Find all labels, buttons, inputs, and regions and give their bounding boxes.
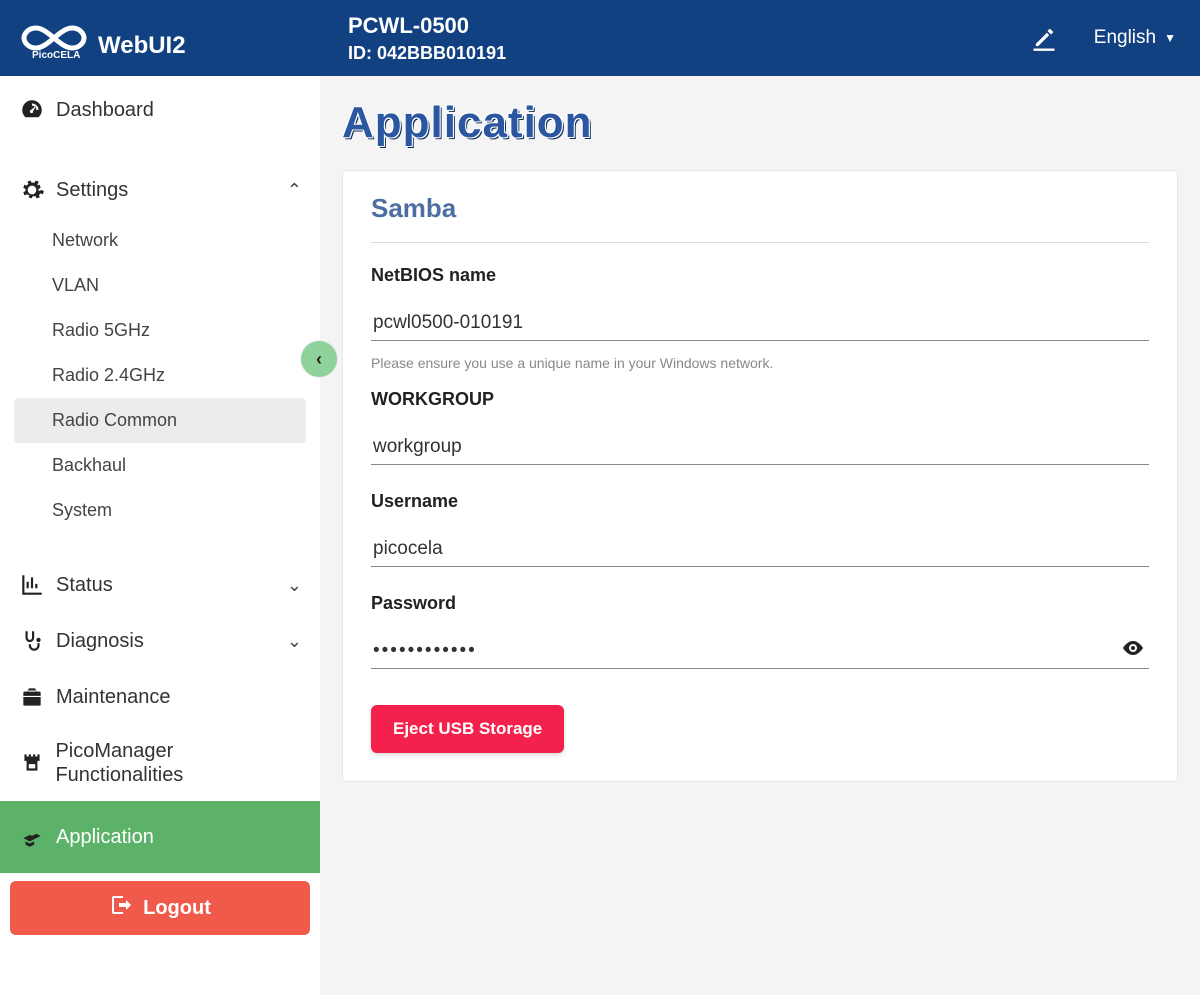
logout-button[interactable]: Logout [10, 881, 310, 935]
sidebar-item-radio-5ghz[interactable]: Radio 5GHz [0, 308, 320, 353]
sidebar-item-label: Radio 5GHz [52, 320, 150, 341]
chevron-left-icon: ‹ [316, 349, 322, 370]
device-info: PCWL-0500 ID: 042BBB010191 [328, 13, 1030, 64]
chevron-down-icon: ⌄ [287, 631, 302, 652]
castle-icon [18, 749, 45, 777]
sidebar-item-radio-common[interactable]: Radio Common [14, 398, 306, 443]
sidebar-item-label: PicoManager Functionalities [55, 739, 302, 787]
sidebar-item-label: Backhaul [52, 455, 126, 476]
eject-usb-button[interactable]: Eject USB Storage [371, 705, 564, 753]
sidebar-item-label: Status [56, 574, 113, 597]
sidebar-item-label: Application [56, 826, 154, 849]
workgroup-input[interactable] [371, 430, 1149, 465]
chevron-down-icon: ⌄ [287, 575, 302, 596]
sidebar-item-picomanager[interactable]: PicoManager Functionalities [0, 725, 320, 801]
app-header: PicoCELA WebUI2 PCWL-0500 ID: 042BBB0101… [0, 0, 1200, 76]
stethoscope-icon [18, 627, 46, 655]
password-label: Password [371, 593, 1149, 614]
sidebar-item-label: Network [52, 230, 118, 251]
netbios-help-text: Please ensure you use a unique name in y… [371, 355, 1149, 371]
sidebar-item-backhaul[interactable]: Backhaul [0, 443, 320, 488]
sidebar-item-radio-24ghz[interactable]: Radio 2.4GHz [0, 353, 320, 398]
sidebar-item-vlan[interactable]: VLAN [0, 263, 320, 308]
sidebar-item-label: Radio Common [52, 410, 177, 431]
logout-icon [109, 893, 133, 923]
sidebar-item-label: VLAN [52, 275, 99, 296]
sidebar-item-status[interactable]: Status ⌄ [0, 557, 320, 613]
workgroup-label: WORKGROUP [371, 389, 1149, 410]
password-group: Password [371, 593, 1149, 669]
sidebar-item-settings[interactable]: Settings ⌃ [0, 162, 320, 218]
chevron-up-icon: ⌃ [287, 180, 302, 201]
sidebar: Dashboard Settings ⌃ Network VLAN Radio … [0, 76, 320, 995]
blocks-icon [18, 823, 46, 851]
eject-usb-label: Eject USB Storage [393, 719, 542, 738]
card-title: Samba [371, 193, 1149, 243]
sidebar-item-label: Settings [56, 179, 128, 202]
toggle-password-visibility-button[interactable] [1121, 636, 1145, 665]
dashboard-icon [18, 96, 46, 124]
sidebar-item-diagnosis[interactable]: Diagnosis ⌄ [0, 613, 320, 669]
username-label: Username [371, 491, 1149, 512]
username-group: Username [371, 491, 1149, 567]
language-label: English [1094, 27, 1156, 49]
device-model: PCWL-0500 [348, 13, 1030, 39]
infinity-logo-icon: PicoCELA [18, 16, 90, 60]
sidebar-item-label: System [52, 500, 112, 521]
logo-area: PicoCELA WebUI2 [18, 16, 328, 60]
gear-icon [18, 176, 46, 204]
language-select[interactable]: English ▼ [1094, 27, 1176, 49]
sidebar-item-network[interactable]: Network [0, 218, 320, 263]
sidebar-item-label: Radio 2.4GHz [52, 365, 165, 386]
page-title: Application [342, 98, 1178, 148]
sidebar-item-maintenance[interactable]: Maintenance [0, 669, 320, 725]
sidebar-item-application[interactable]: Application [0, 801, 320, 873]
netbios-label: NetBIOS name [371, 265, 1149, 286]
sidebar-item-label: Maintenance [56, 686, 171, 709]
content-area: ‹ Application Samba NetBIOS name Please … [320, 76, 1200, 995]
chart-icon [18, 571, 46, 599]
username-input[interactable] [371, 532, 1149, 567]
toolbox-icon [18, 683, 46, 711]
workgroup-group: WORKGROUP [371, 389, 1149, 465]
sidebar-item-dashboard[interactable]: Dashboard [0, 82, 320, 138]
theme-icon[interactable] [1030, 24, 1058, 52]
password-input[interactable] [371, 634, 1149, 669]
sidebar-item-system[interactable]: System [0, 488, 320, 533]
sidebar-item-label: Diagnosis [56, 630, 144, 653]
svg-text:PicoCELA: PicoCELA [32, 50, 80, 60]
collapse-sidebar-button[interactable]: ‹ [301, 341, 337, 377]
device-id: ID: 042BBB010191 [348, 43, 1030, 64]
netbios-input[interactable] [371, 306, 1149, 341]
eye-icon [1121, 647, 1145, 664]
sidebar-item-label: Dashboard [56, 99, 154, 122]
brand-name: WebUI2 [98, 32, 186, 60]
chevron-down-icon: ▼ [1164, 31, 1176, 45]
samba-card: Samba NetBIOS name Please ensure you use… [342, 170, 1178, 782]
netbios-group: NetBIOS name Please ensure you use a uni… [371, 265, 1149, 371]
logout-label: Logout [143, 897, 211, 920]
